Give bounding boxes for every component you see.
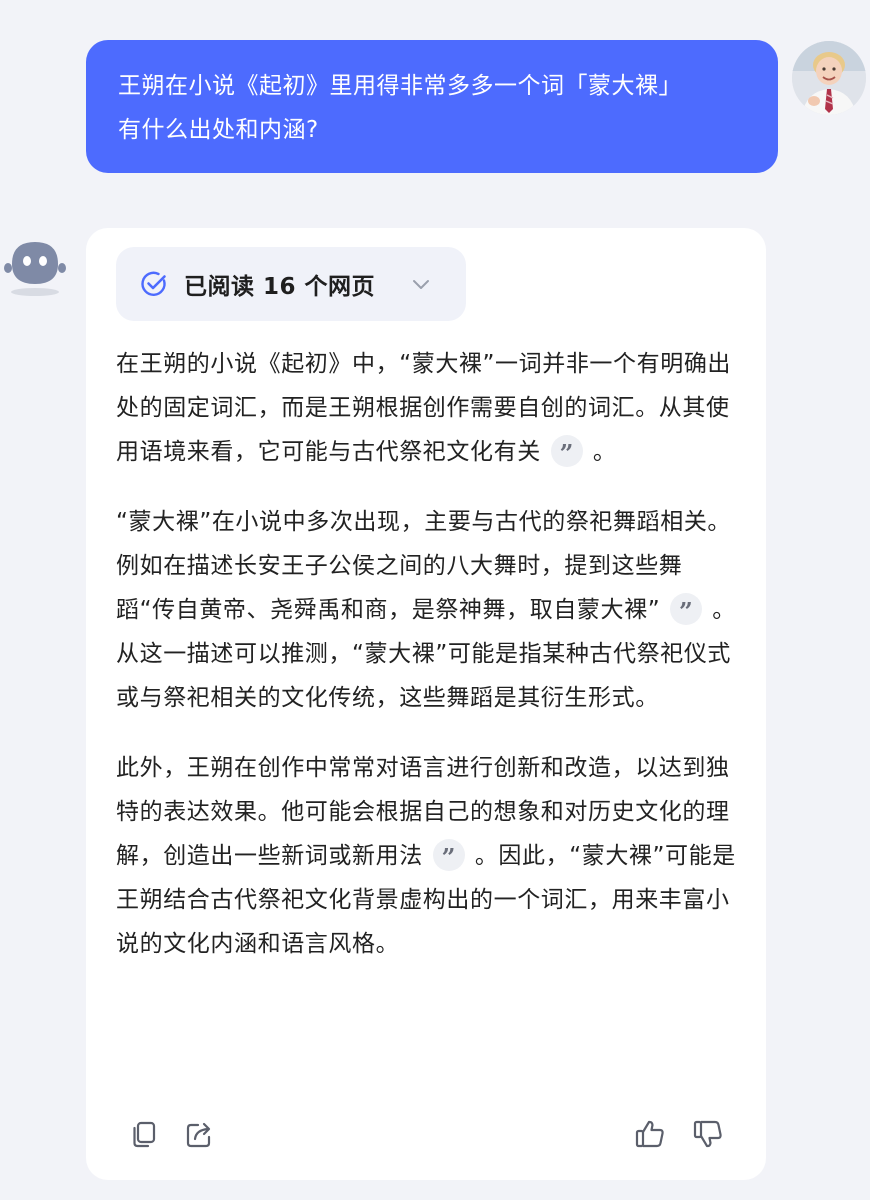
share-button[interactable] — [182, 1116, 218, 1152]
dislike-button[interactable] — [690, 1116, 726, 1152]
sources-label: 已阅读 16 个网页 — [184, 274, 376, 300]
answer-paragraph: “蒙大裸”在小说中多次出现，主要与古代的祭祀舞蹈相关。例如在描述长安王子公侯之间… — [116, 500, 736, 720]
paragraph-text: “蒙大裸”在小说中多次出现，主要与古代的祭祀舞蹈相关。例如在描述长安王子公侯之间… — [116, 509, 732, 623]
user-avatar-image — [792, 41, 866, 115]
answer-paragraph: 此外，王朔在创作中常常对语言进行创新和改造，以达到独特的表达效果。他可能会根据自… — [116, 746, 736, 966]
share-icon — [186, 1122, 211, 1148]
check-circle-icon — [140, 270, 168, 298]
user-avatar[interactable] — [792, 41, 866, 115]
paragraph-text: 在王朔的小说《起初》中，“蒙大裸”一词并非一个有明确出处的固定词汇，而是王朔根据… — [116, 351, 732, 465]
paragraph-text: 。 — [592, 439, 617, 465]
user-message-bubble: 王朔在小说《起初》里用得非常多多一个词「蒙大裸」 有什么出处和内涵? — [86, 40, 778, 173]
copy-icon — [133, 1121, 156, 1148]
like-button[interactable] — [632, 1116, 668, 1152]
chevron-down-icon — [410, 273, 432, 295]
answer-text: 在王朔的小说《起初》中，“蒙大裸”一词并非一个有明确出处的固定词汇，而是王朔根据… — [116, 342, 736, 992]
citation-quote-icon[interactable]: ” — [550, 434, 583, 468]
assistant-answer-card: 已阅读 16 个网页 在王朔的小说《起初》中，“蒙大裸”一词并非一个有明确出处的… — [86, 228, 766, 1180]
thumbs-up-icon — [635, 1120, 664, 1148]
citation-quote-icon[interactable]: ” — [432, 838, 465, 872]
assistant-avatar-icon — [4, 236, 66, 298]
copy-button[interactable] — [126, 1116, 162, 1152]
citation-quote-icon[interactable]: ” — [670, 592, 703, 626]
answer-paragraph: 在王朔的小说《起初》中，“蒙大裸”一词并非一个有明确出处的固定词汇，而是王朔根据… — [116, 342, 736, 474]
sources-toggle-button[interactable]: 已阅读 16 个网页 — [116, 247, 466, 321]
answer-action-bar — [126, 1116, 746, 1156]
thumbs-down-icon — [693, 1120, 722, 1148]
user-message-line: 有什么出处和内涵? — [118, 117, 319, 143]
user-message-line: 王朔在小说《起初》里用得非常多多一个词「蒙大裸」 — [118, 73, 682, 99]
